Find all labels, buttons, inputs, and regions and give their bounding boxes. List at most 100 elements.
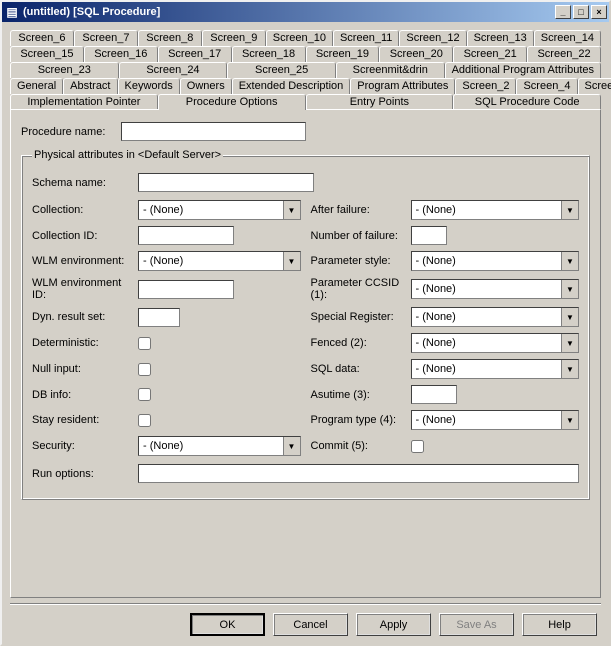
dyn-result-label: Dyn. result set: — [32, 311, 138, 323]
run-options-label: Run options: — [32, 468, 138, 480]
collection-value: - (None) — [143, 204, 183, 216]
minimize-button[interactable]: _ — [555, 5, 571, 19]
tab-screen-25[interactable]: Screen_25 — [227, 62, 336, 78]
tab-screen-13[interactable]: Screen_13 — [467, 30, 534, 46]
tab-screen-21[interactable]: Screen_21 — [453, 46, 527, 62]
tab-screen-11[interactable]: Screen_11 — [333, 30, 399, 46]
tab-screen-16[interactable]: Screen_16 — [84, 46, 158, 62]
collection-select[interactable]: - (None) ▼ — [138, 200, 301, 220]
tab-screen-18[interactable]: Screen_18 — [232, 46, 306, 62]
tab-screen-5[interactable]: Screen_5 — [578, 78, 611, 94]
after-failure-select[interactable]: - (None) ▼ — [411, 200, 580, 220]
tab-extended-description[interactable]: Extended Description — [232, 78, 351, 94]
param-style-label: Parameter style: — [311, 255, 411, 267]
tab-screen-19[interactable]: Screen_19 — [306, 46, 380, 62]
num-failure-input[interactable] — [411, 226, 447, 245]
app-icon: ▤ — [4, 5, 20, 19]
tab-additional-program-attributes[interactable]: Additional Program Attributes — [445, 62, 601, 78]
dialog-buttons: OK Cancel Apply Save As Help — [10, 604, 601, 636]
special-reg-value: - (None) — [416, 311, 456, 323]
run-options-input[interactable] — [138, 464, 579, 483]
tab-screen-4[interactable]: Screen_4 — [516, 78, 577, 94]
deterministic-label: Deterministic: — [32, 337, 138, 349]
tab-screen-24[interactable]: Screen_24 — [119, 62, 228, 78]
fenced-select[interactable]: - (None) ▼ — [411, 333, 580, 353]
schema-name-label: Schema name: — [32, 177, 138, 189]
dropdown-icon: ▼ — [561, 411, 578, 429]
tab-implementation-pointer[interactable]: Implementation Pointer — [10, 94, 158, 110]
tab-screen-14[interactable]: Screen_14 — [534, 30, 601, 46]
save-as-button[interactable]: Save As — [439, 613, 514, 636]
dropdown-icon: ▼ — [561, 334, 578, 352]
wlm-env-select[interactable]: - (None) ▼ — [138, 251, 301, 271]
cancel-button[interactable]: Cancel — [273, 613, 348, 636]
tab-screen-7[interactable]: Screen_7 — [74, 30, 138, 46]
db-info-checkbox[interactable] — [138, 388, 151, 401]
special-reg-select[interactable]: - (None) ▼ — [411, 307, 580, 327]
program-type-value: - (None) — [416, 414, 456, 426]
tab-screen-23[interactable]: Screen_23 — [10, 62, 119, 78]
tab-sql-procedure-code[interactable]: SQL Procedure Code — [453, 94, 601, 110]
null-input-label: Null input: — [32, 363, 138, 375]
stay-resident-label: Stay resident: — [32, 414, 138, 426]
fenced-label: Fenced (2): — [311, 337, 411, 349]
deterministic-checkbox[interactable] — [138, 337, 151, 350]
tab-screen-9[interactable]: Screen_9 — [202, 30, 266, 46]
procedure-name-label: Procedure name: — [21, 126, 121, 138]
tab-screenmit-drin[interactable]: Screenmit&drin — [336, 62, 445, 78]
tab-procedure-options[interactable]: Procedure Options — [158, 94, 306, 110]
tab-owners[interactable]: Owners — [180, 78, 232, 94]
sql-data-select[interactable]: - (None) ▼ — [411, 359, 580, 379]
collection-id-label: Collection ID: — [32, 230, 138, 242]
wlm-env-id-input[interactable] — [138, 280, 234, 299]
tab-strip: Screen_6Screen_7Screen_8Screen_9Screen_1… — [10, 30, 601, 110]
commit-checkbox[interactable] — [411, 440, 424, 453]
dropdown-icon: ▼ — [561, 252, 578, 270]
dropdown-icon: ▼ — [283, 437, 300, 455]
apply-button[interactable]: Apply — [356, 613, 431, 636]
tab-screen-6[interactable]: Screen_6 — [10, 30, 74, 46]
collection-id-input[interactable] — [138, 226, 234, 245]
tab-screen-12[interactable]: Screen_12 — [399, 30, 466, 46]
param-ccsid-select[interactable]: - (None) ▼ — [411, 279, 580, 299]
commit-label: Commit (5): — [311, 440, 411, 452]
param-style-value: - (None) — [416, 255, 456, 267]
param-style-select[interactable]: - (None) ▼ — [411, 251, 580, 271]
security-label: Security: — [32, 440, 138, 452]
collection-label: Collection: — [32, 204, 138, 216]
tab-screen-20[interactable]: Screen_20 — [379, 46, 453, 62]
close-button[interactable]: × — [591, 5, 607, 19]
asutime-input[interactable] — [411, 385, 457, 404]
tab-entry-points[interactable]: Entry Points — [306, 94, 454, 110]
null-input-checkbox[interactable] — [138, 363, 151, 376]
dropdown-icon: ▼ — [283, 201, 300, 219]
titlebar: ▤ (untitled) [SQL Procedure] _ □ × — [2, 2, 609, 22]
tab-screen-17[interactable]: Screen_17 — [158, 46, 232, 62]
physical-attributes-group: Physical attributes in <Default Server> … — [21, 149, 590, 500]
security-select[interactable]: - (None) ▼ — [138, 436, 301, 456]
sql-data-value: - (None) — [416, 363, 456, 375]
tab-screen-10[interactable]: Screen_10 — [266, 30, 333, 46]
tab-program-attributes[interactable]: Program Attributes — [350, 78, 455, 94]
group-title: Physical attributes in <Default Server> — [32, 149, 223, 161]
schema-name-input[interactable] — [138, 173, 314, 192]
tab-keywords[interactable]: Keywords — [118, 78, 180, 94]
dropdown-icon: ▼ — [561, 308, 578, 326]
stay-resident-checkbox[interactable] — [138, 414, 151, 427]
tab-screen-8[interactable]: Screen_8 — [138, 30, 202, 46]
help-button[interactable]: Help — [522, 613, 597, 636]
dropdown-icon: ▼ — [561, 280, 578, 298]
maximize-button[interactable]: □ — [573, 5, 589, 19]
ok-button[interactable]: OK — [190, 613, 265, 636]
dyn-result-input[interactable] — [138, 308, 180, 327]
dropdown-icon: ▼ — [283, 252, 300, 270]
procedure-name-input[interactable] — [121, 122, 306, 141]
tab-screen-22[interactable]: Screen_22 — [527, 46, 601, 62]
client-area: Screen_6Screen_7Screen_8Screen_9Screen_1… — [2, 22, 609, 644]
tab-screen-15[interactable]: Screen_15 — [10, 46, 84, 62]
tab-abstract[interactable]: Abstract — [63, 78, 117, 94]
tab-screen-2[interactable]: Screen_2 — [455, 78, 516, 94]
sql-data-label: SQL data: — [311, 363, 411, 375]
program-type-select[interactable]: - (None) ▼ — [411, 410, 580, 430]
tab-general[interactable]: General — [10, 78, 63, 94]
